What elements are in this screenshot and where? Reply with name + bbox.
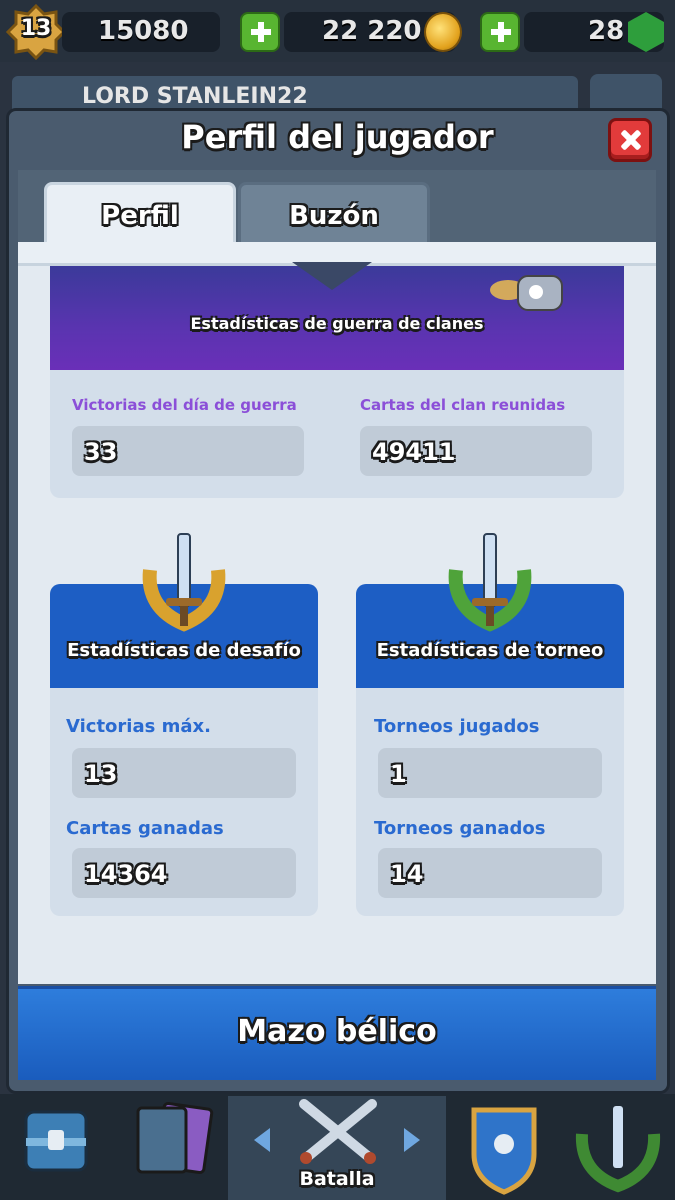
clan-cards-label: Cartas del clan reunidas [360, 396, 566, 414]
gold-count-text: 22 220 [322, 16, 422, 46]
nav-cards[interactable] [114, 1100, 226, 1200]
treasure-chest-icon [24, 1110, 88, 1172]
nav-next-arrow-icon[interactable] [404, 1128, 420, 1152]
gold-laurel-sword-icon [142, 533, 226, 632]
tournaments-won-value: 14 [390, 860, 424, 888]
tournament-stats-title: Estadísticas de torneo [376, 640, 604, 661]
challenge-stats-title: Estadísticas de desafío [67, 640, 301, 661]
tournament-laurel-icon [575, 1106, 661, 1193]
tournaments-played-field [378, 748, 602, 798]
gold-coin-icon [424, 12, 462, 52]
war-day-wins-label: Victorias del día de guerra [72, 396, 297, 414]
cards-won-value: 14364 [84, 860, 168, 888]
green-laurel-sword-icon [448, 533, 532, 632]
rocket-icon [490, 275, 563, 311]
add-gold-button[interactable] [240, 12, 280, 52]
clan-shield-icon [471, 1107, 537, 1195]
close-button[interactable] [608, 118, 652, 162]
max-wins-value: 13 [84, 760, 118, 788]
nav-battle-label: Batalla [299, 1168, 375, 1190]
player-level: 13 [20, 16, 52, 41]
nav-clan[interactable] [448, 1100, 560, 1200]
cards-won-label: Cartas ganadas [66, 818, 224, 839]
trophy-count-text: 15080 [98, 16, 189, 46]
tournaments-played-label: Torneos jugados [374, 716, 540, 737]
gem-count-text: 28 [588, 16, 625, 46]
tab-profile[interactable]: Perfil [44, 182, 236, 244]
max-wins-label: Victorias máx. [66, 716, 211, 737]
add-gems-button[interactable] [480, 12, 520, 52]
nav-tournaments[interactable] [562, 1100, 675, 1200]
crossed-swords-icon [299, 1099, 377, 1164]
player-name: LORD STANLEIN22 [82, 84, 308, 109]
war-deck-label: Mazo bélico [237, 1014, 437, 1049]
modal-title: Perfil del jugador [181, 118, 494, 156]
clan-cards-value: 49411 [372, 438, 456, 466]
tab-inbox[interactable]: Buzón [238, 182, 430, 244]
tournaments-won-label: Torneos ganados [374, 818, 546, 839]
cards-icon [136, 1101, 214, 1175]
clan-war-title: Estadísticas de guerra de clanes [190, 314, 484, 333]
nav-shop[interactable] [0, 1100, 112, 1200]
nav-previous-arrow-icon[interactable] [254, 1128, 270, 1152]
war-day-wins-value: 33 [84, 438, 118, 466]
tournaments-played-value: 1 [390, 760, 407, 788]
